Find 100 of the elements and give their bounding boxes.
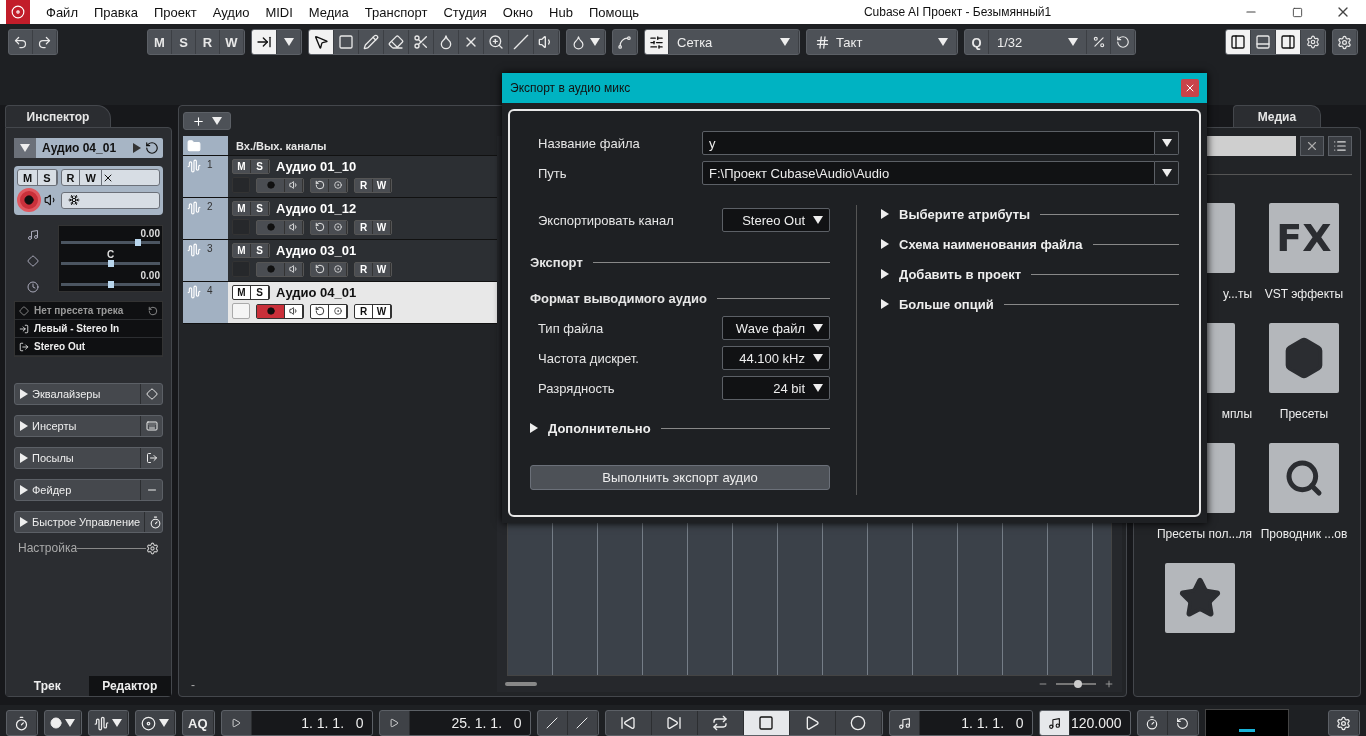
track-row[interactable]: 2 M S Аудио 01_12 R W: [183, 198, 497, 240]
auto-quantize-button[interactable]: AQ: [183, 711, 214, 735]
write-button[interactable]: W: [373, 220, 391, 234]
option-expander[interactable]: Выберите атрибуты: [881, 206, 1031, 222]
input-field[interactable]: y: [702, 131, 1155, 155]
reset-icon[interactable]: [148, 305, 158, 316]
menu-item[interactable]: Проект: [145, 4, 205, 20]
track-control-button[interactable]: M: [18, 170, 39, 185]
read-button[interactable]: R: [355, 262, 373, 276]
clear-button[interactable]: [1300, 136, 1324, 156]
track-row[interactable]: 1 M S Аудио 01_10 R W: [183, 156, 497, 198]
mute-button[interactable]: M: [233, 160, 251, 173]
tool-button[interactable]: [309, 30, 334, 54]
advanced-expander[interactable]: Дополнительно: [530, 420, 651, 436]
zoom-in-icon[interactable]: [1104, 679, 1114, 689]
zone-button[interactable]: [1276, 30, 1301, 54]
grid-type-dropdown[interactable]: Такт: [807, 30, 957, 54]
settings-label[interactable]: Настройка: [18, 541, 78, 555]
snowflake-icon[interactable]: [68, 194, 80, 206]
menu-item[interactable]: Окно: [494, 4, 542, 20]
track-row[interactable]: 3 M S Аудио 03_01 R W: [183, 240, 497, 282]
slider-thumb[interactable]: [107, 280, 114, 288]
track-checkbox[interactable]: [232, 303, 250, 319]
menu-item[interactable]: Аудио: [204, 4, 258, 20]
preset-label[interactable]: Нет пресета трека: [34, 305, 143, 316]
option-expander[interactable]: Схема наименования файла: [881, 236, 1083, 252]
mode-button[interactable]: M: [148, 30, 172, 54]
effects-tile[interactable]: FX: [1269, 203, 1339, 273]
slider-track[interactable]: [61, 282, 160, 286]
inspector-tab[interactable]: Инспектор: [5, 105, 111, 127]
output-routing[interactable]: Stereo Out: [34, 341, 86, 352]
track-control-button[interactable]: S: [38, 170, 57, 185]
input-field[interactable]: F:\Проект Cubase\Audio\Audio: [702, 161, 1155, 185]
menu-item[interactable]: Файл: [38, 4, 86, 20]
solo-button[interactable]: S: [251, 286, 269, 299]
section-button[interactable]: Быстрое Управление: [14, 511, 163, 533]
mode-button[interactable]: R: [196, 30, 220, 54]
write-button[interactable]: W: [373, 262, 391, 276]
track-header[interactable]: Аудио 04_01: [14, 138, 163, 158]
menu-item[interactable]: MIDI: [257, 4, 301, 20]
add-track-button[interactable]: [183, 112, 231, 130]
option-expander[interactable]: Больше опций: [881, 296, 994, 312]
format-dropdown[interactable]: Wave файл: [722, 316, 830, 340]
quantize-button[interactable]: Q: [965, 30, 989, 54]
zoom-thumb[interactable]: [1074, 680, 1082, 688]
channel-dropdown[interactable]: Stereo Out: [722, 208, 830, 232]
transport-button[interactable]: [743, 711, 790, 735]
section-button[interactable]: Эквалайзеры: [14, 383, 163, 405]
dropdown-button[interactable]: [1155, 161, 1179, 185]
track-name[interactable]: Аудио 01_12: [276, 201, 357, 216]
menu-item[interactable]: Медиа: [300, 4, 357, 20]
dropdown-button[interactable]: [1155, 131, 1179, 155]
section-button[interactable]: Инсерты: [14, 415, 163, 437]
track-name[interactable]: Аудио 04_01: [276, 285, 357, 300]
media-tab[interactable]: Медиа: [1233, 105, 1321, 127]
track-control-button[interactable]: R: [61, 170, 81, 185]
mute-button[interactable]: M: [233, 244, 251, 257]
track-name[interactable]: Аудио 03_01: [276, 243, 357, 258]
menu-item[interactable]: Помощь: [580, 4, 648, 20]
input-routing[interactable]: Левый - Stereo In: [34, 323, 120, 334]
list-button[interactable]: [1328, 136, 1352, 156]
slider-track[interactable]: [61, 261, 160, 265]
menu-item[interactable]: Hub: [541, 4, 581, 20]
read-button[interactable]: R: [355, 178, 373, 192]
mode-button[interactable]: W: [220, 30, 244, 54]
write-button[interactable]: W: [373, 178, 391, 192]
scroll-bar[interactable]: [505, 682, 537, 686]
format-dropdown[interactable]: 44.100 kHz: [722, 346, 830, 370]
mute-button[interactable]: M: [233, 202, 251, 215]
section-button[interactable]: Фейдер: [14, 479, 163, 501]
track-row[interactable]: 4 M S Аудио 04_01 R W: [183, 282, 497, 324]
write-button[interactable]: W: [373, 304, 391, 318]
option-expander[interactable]: Добавить в проект: [881, 266, 1021, 282]
object-mode-button[interactable]: [252, 30, 277, 54]
quantize-dropdown[interactable]: 1/32: [989, 30, 1087, 54]
browser-tile[interactable]: [1269, 443, 1339, 513]
solo-button[interactable]: S: [251, 202, 269, 215]
read-button[interactable]: R: [355, 304, 373, 318]
snap-button[interactable]: [645, 30, 669, 54]
zone-button[interactable]: [1226, 30, 1251, 54]
solo-button[interactable]: S: [251, 160, 269, 173]
slider-thumb[interactable]: [135, 238, 142, 246]
settings-icon[interactable]: [146, 541, 159, 555]
mode-button[interactable]: S: [172, 30, 196, 54]
export-button[interactable]: Выполнить экспорт аудио: [530, 465, 830, 490]
menu-item[interactable]: Правка: [85, 4, 146, 20]
slider-thumb[interactable]: [107, 259, 114, 267]
presets-tile[interactable]: [1269, 323, 1339, 393]
solo-button[interactable]: S: [251, 244, 269, 257]
menu-item[interactable]: Студия: [435, 4, 495, 20]
mute-button[interactable]: M: [233, 286, 251, 299]
favorites-tile[interactable]: [1165, 563, 1235, 633]
close-button[interactable]: [1181, 79, 1199, 97]
menu-item[interactable]: Транспорт: [356, 4, 436, 20]
read-button[interactable]: R: [355, 220, 373, 234]
format-dropdown[interactable]: 24 bit: [722, 376, 830, 400]
track-name[interactable]: Аудио 01_10: [276, 159, 357, 174]
track-control-button[interactable]: W: [80, 170, 102, 185]
slider-track[interactable]: [61, 240, 160, 244]
panel-tab[interactable]: Редактор: [88, 676, 171, 696]
